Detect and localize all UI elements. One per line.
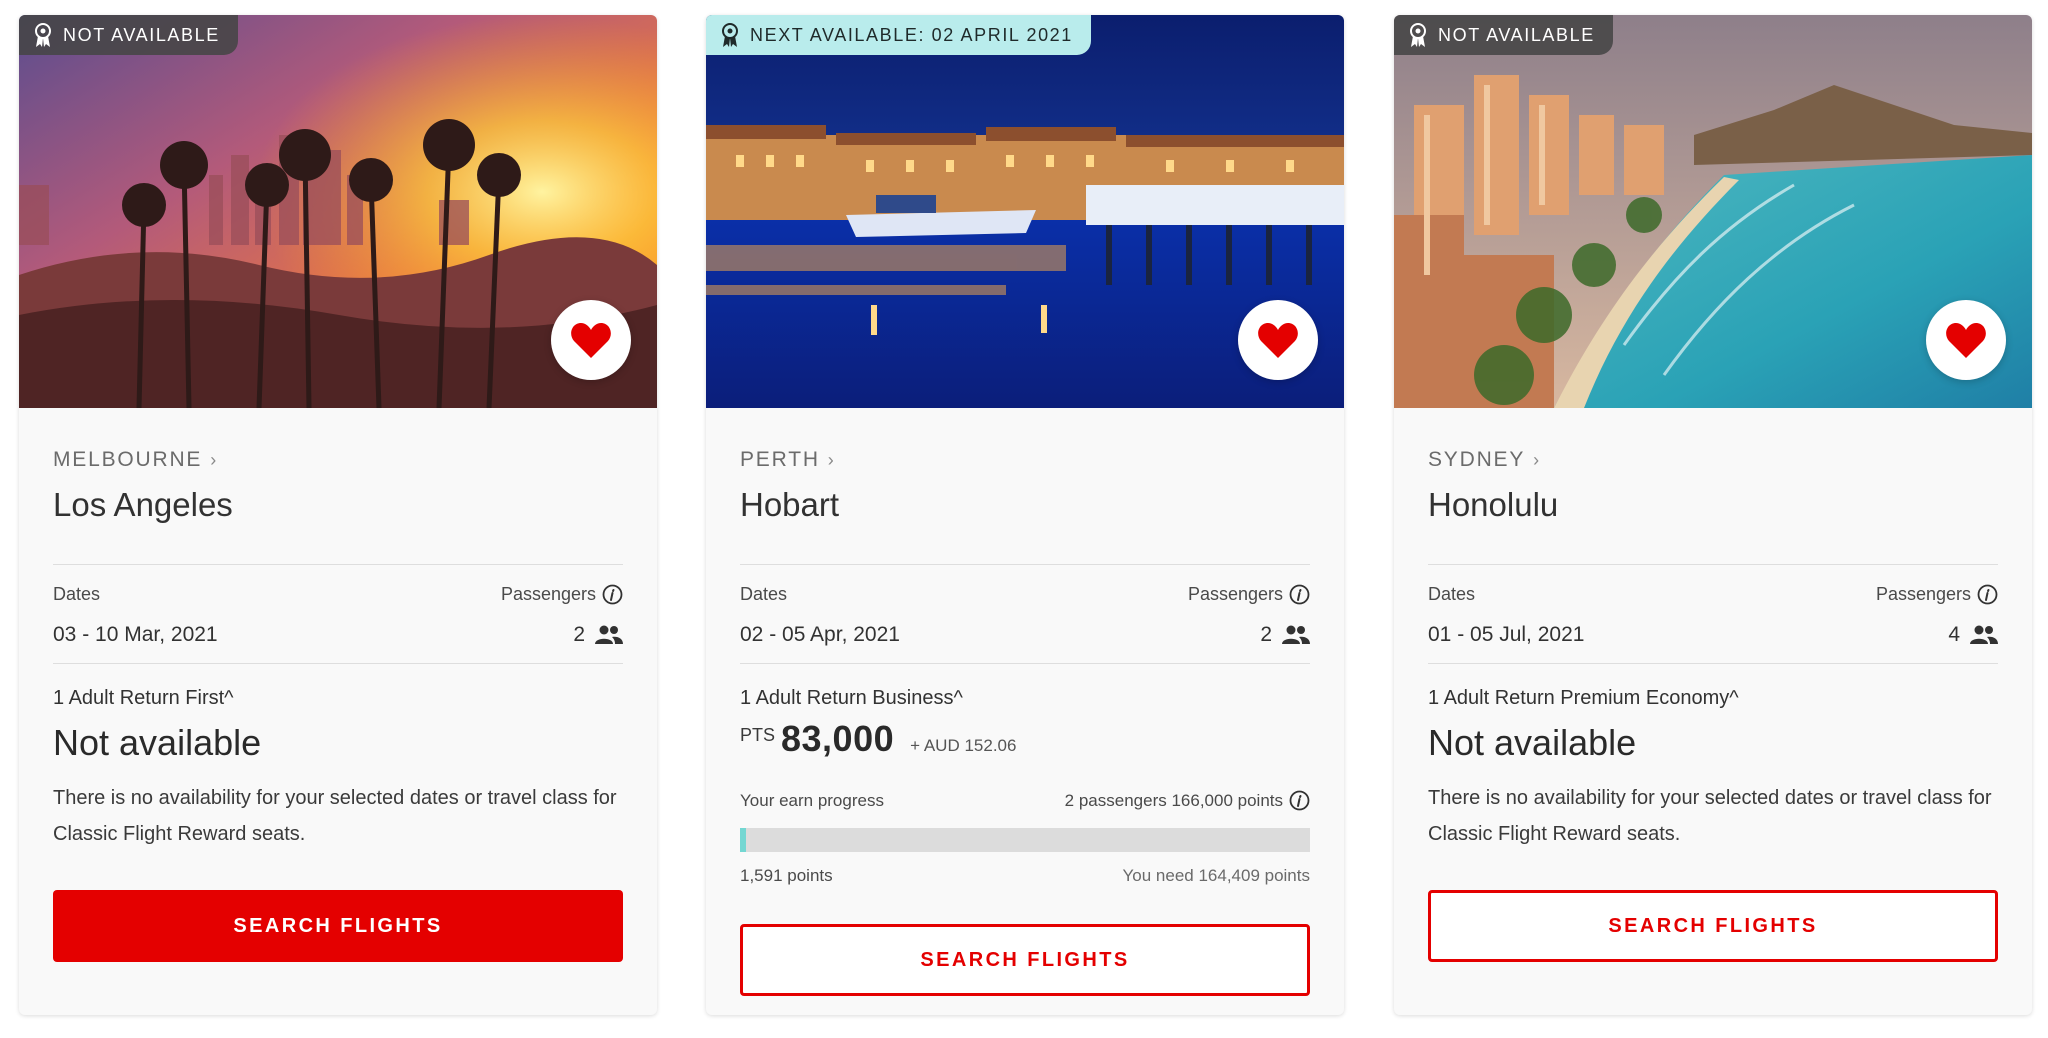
availability-badge: NOT AVAILABLE <box>1394 15 1613 55</box>
origin-city-label: MELBOURNE <box>53 448 203 471</box>
chevron-right-icon: › <box>1533 449 1541 470</box>
divider <box>740 564 1310 565</box>
dates-label: Dates <box>1428 584 1476 604</box>
points-prefix: PTS <box>740 725 776 745</box>
passenger-count-group: 4 <box>1948 623 1998 647</box>
points-amount: 83,000 <box>781 718 895 759</box>
info-icon[interactable] <box>1289 790 1310 811</box>
info-icon[interactable] <box>1977 584 1998 605</box>
destination-card-honolulu: NOT AVAILABLE SYDNEY › Honolulu Dates Pa… <box>1394 15 2032 1015</box>
passenger-count: 2 <box>1260 623 1272 646</box>
earn-progress-label: Your earn progress <box>740 790 884 810</box>
destination-cards: NOT AVAILABLE MELBOURNE › Los Angeles Da… <box>0 0 2048 1038</box>
favourite-button[interactable] <box>1926 300 2006 380</box>
travel-dates: 02 - 05 Apr, 2021 <box>740 623 900 646</box>
fare-class: 1 Adult Return Premium Economy^ <box>1428 687 1739 709</box>
availability-badge-label: NEXT AVAILABLE: 02 APRIL 2021 <box>750 24 1073 45</box>
divider <box>53 663 623 664</box>
info-icon[interactable] <box>602 584 623 605</box>
travel-dates: 01 - 05 Jul, 2021 <box>1428 623 1585 646</box>
search-flights-button[interactable]: SEARCH FLIGHTS <box>740 924 1310 996</box>
passengers-label: Passengers <box>500 584 596 604</box>
availability-badge: NEXT AVAILABLE: 02 APRIL 2021 <box>706 15 1091 55</box>
favourite-button[interactable] <box>1238 300 1318 380</box>
award-ribbon-icon <box>1410 23 1426 47</box>
destination-image-los-angeles: NOT AVAILABLE <box>19 15 657 408</box>
origin-city-label: SYDNEY <box>1428 448 1526 471</box>
search-flights-button[interactable]: SEARCH FLIGHTS <box>53 890 623 962</box>
availability-badge: NOT AVAILABLE <box>19 15 238 55</box>
passenger-count-group: 2 <box>1260 623 1310 647</box>
favourite-button[interactable] <box>551 300 631 380</box>
reward-price: PTS 83,000 + AUD 152.06 <box>740 718 1016 760</box>
chevron-right-icon: › <box>827 449 836 470</box>
points-needed: You need 164,409 points <box>1122 866 1311 885</box>
heart-icon <box>571 323 611 358</box>
origin-city: MELBOURNE › <box>53 448 218 472</box>
divider <box>1428 663 1998 664</box>
passenger-count: 2 <box>573 623 585 646</box>
destination-image-honolulu: NOT AVAILABLE <box>1394 15 2032 408</box>
search-flights-button[interactable]: SEARCH FLIGHTS <box>1428 890 1998 962</box>
destination-city: Hobart <box>740 486 840 523</box>
people-icon <box>595 625 623 644</box>
dates-label: Dates <box>53 584 101 604</box>
divider <box>1428 564 1998 565</box>
dates-label: Dates <box>740 584 788 604</box>
info-icon[interactable] <box>1289 584 1310 605</box>
points-row: 1,591 points You need 164,409 points <box>740 866 1310 886</box>
earn-summary-group: 2 passengers 166,000 points <box>1065 790 1310 811</box>
points-earned: 1,591 points <box>740 866 833 885</box>
cash-amount: + AUD 152.06 <box>910 736 1017 755</box>
passengers-label: Passengers <box>1875 584 1971 604</box>
heart-icon <box>1258 323 1298 358</box>
passengers-label: Passengers <box>1187 584 1283 604</box>
destination-image-hobart: NEXT AVAILABLE: 02 APRIL 2021 <box>706 15 1344 408</box>
travel-dates: 03 - 10 Mar, 2021 <box>53 623 218 646</box>
people-icon <box>1282 625 1310 644</box>
availability-status: Not available <box>53 722 262 763</box>
destination-card-los-angeles: NOT AVAILABLE MELBOURNE › Los Angeles Da… <box>19 15 657 1015</box>
earn-summary: 2 passengers 166,000 points <box>1064 790 1283 810</box>
divider <box>740 663 1310 664</box>
passenger-count: 4 <box>1948 623 1960 646</box>
earn-progress-fill <box>740 828 746 852</box>
availability-badge-label: NOT AVAILABLE <box>63 24 220 45</box>
heart-icon <box>1946 323 1986 358</box>
origin-city-label: PERTH <box>740 448 820 471</box>
origin-city: SYDNEY › <box>1428 448 1541 472</box>
earn-progress-bar <box>740 828 1310 852</box>
passengers-label-group: Passengers <box>501 584 623 605</box>
passenger-count-group: 2 <box>573 623 623 647</box>
chevron-right-icon: › <box>210 449 219 470</box>
fare-class: 1 Adult Return First^ <box>53 687 234 709</box>
divider <box>53 564 623 565</box>
fare-class: 1 Adult Return Business^ <box>740 687 963 709</box>
destination-city: Los Angeles <box>53 486 233 523</box>
earn-progress-header: Your earn progress 2 passengers 166,000 … <box>740 790 1310 811</box>
destination-card-hobart: NEXT AVAILABLE: 02 APRIL 2021 PERTH › Ho… <box>706 15 1344 1015</box>
passengers-label-group: Passengers <box>1876 584 1998 605</box>
destination-city: Honolulu <box>1428 486 1559 523</box>
people-icon <box>1970 625 1998 644</box>
award-ribbon-icon <box>722 23 738 47</box>
origin-city: PERTH › <box>740 448 836 472</box>
availability-status: Not available <box>1428 722 1637 763</box>
availability-badge-label: NOT AVAILABLE <box>1438 24 1595 45</box>
award-ribbon-icon <box>35 23 51 47</box>
availability-message: There is no availability for your select… <box>1428 787 1992 845</box>
passengers-label-group: Passengers <box>1188 584 1310 605</box>
availability-message: There is no availability for your select… <box>53 787 617 845</box>
